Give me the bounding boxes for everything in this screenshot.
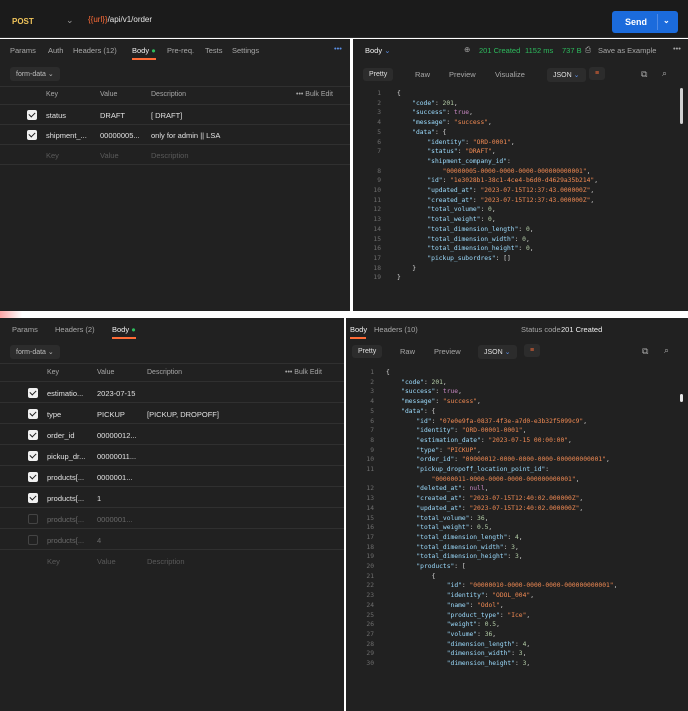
status-code-label: Status code <box>521 325 561 334</box>
view-preview[interactable]: Preview <box>449 70 476 79</box>
param-value[interactable]: 4 <box>97 536 101 545</box>
param-value[interactable]: 00000012... <box>97 431 137 440</box>
chevron-down-icon[interactable]: ⌄ <box>66 15 74 26</box>
code-viewer-1[interactable]: 1 2 3 4 5 6 7 8 9 10 11 12 13 14 15 16 1… <box>353 86 683 308</box>
view-raw[interactable]: Raw <box>415 70 430 79</box>
scrollbar[interactable] <box>680 394 683 402</box>
send-button[interactable]: Send ⌄ <box>612 11 678 33</box>
description-placeholder[interactable]: Description <box>147 557 185 566</box>
format-selector[interactable]: JSON ⌄ <box>478 345 517 359</box>
search-icon[interactable]: ⌕ <box>664 345 669 356</box>
param-value[interactable]: 0000001... <box>97 473 132 482</box>
param-key[interactable]: estimatio... <box>47 389 83 398</box>
more-icon[interactable]: ••• <box>334 44 342 53</box>
param-value[interactable]: 1 <box>97 494 101 503</box>
json-response[interactable]: { "code": 201, "success": true, "message… <box>386 368 617 669</box>
filter-icon[interactable]: ≡ <box>589 67 606 80</box>
param-description[interactable]: [PICKUP, DROPOFF] <box>147 410 219 419</box>
param-value[interactable]: 0000001... <box>97 515 132 524</box>
copy-icon[interactable]: ⧉ <box>641 69 647 80</box>
response-panel-1: Body ⌄ ⊕ 201 Created 1152 ms 737 B ⎙ Sav… <box>353 39 688 311</box>
value-placeholder[interactable]: Value <box>100 151 119 160</box>
chevron-down-icon: ⌄ <box>663 16 670 25</box>
response-size: 737 B <box>562 46 582 55</box>
bulk-edit-button[interactable]: ••• Bulk Edit <box>285 369 322 376</box>
row-checkbox[interactable] <box>27 110 37 120</box>
tab-response-body[interactable]: Body <box>350 325 367 334</box>
tab-headers[interactable]: Headers (2) <box>55 325 95 334</box>
view-pretty[interactable]: Pretty <box>363 68 394 81</box>
row-checkbox[interactable] <box>28 430 38 440</box>
value-placeholder[interactable]: Value <box>97 557 116 566</box>
description-placeholder[interactable]: Description <box>151 151 189 160</box>
response-time: 1152 ms <box>525 46 554 55</box>
body-type-selector[interactable]: form-data ⌄ <box>10 67 60 81</box>
json-response[interactable]: { "code": 201, "success": true, "message… <box>397 89 598 283</box>
view-preview[interactable]: Preview <box>434 347 461 356</box>
param-key[interactable]: type <box>47 410 61 419</box>
tab-body[interactable]: Body ● <box>112 325 136 334</box>
row-checkbox[interactable] <box>27 130 37 140</box>
request-url-bar: POST ⌄ {{url}}/api/v1/order Send ⌄ <box>0 0 688 38</box>
param-key[interactable]: shipment_... <box>46 131 87 140</box>
row-checkbox[interactable] <box>28 451 38 461</box>
format-selector[interactable]: JSON ⌄ <box>547 68 586 82</box>
view-raw[interactable]: Raw <box>400 347 415 356</box>
param-key[interactable]: status <box>46 111 66 120</box>
param-key[interactable]: pickup_dr... <box>47 452 85 461</box>
line-numbers: 1 2 3 4 5 6 7 8 9 10 11 12 13 14 15 16 1… <box>373 90 381 282</box>
search-icon[interactable]: ⌕ <box>662 68 667 79</box>
key-placeholder[interactable]: Key <box>47 557 60 566</box>
tab-tests[interactable]: Tests <box>205 46 223 55</box>
param-description[interactable]: [ DRAFT] <box>151 111 182 120</box>
tab-response-headers[interactable]: Headers (10) <box>374 325 418 334</box>
response-panel-2: Body Headers (10) Status code 201 Create… <box>346 318 688 711</box>
tab-headers[interactable]: Headers (12) <box>73 46 117 55</box>
key-placeholder[interactable]: Key <box>46 151 59 160</box>
save-as-example-button[interactable]: Save as Example <box>598 46 656 55</box>
tab-params[interactable]: Params <box>10 46 36 55</box>
param-key[interactable]: products[... <box>47 536 84 545</box>
tab-params[interactable]: Params <box>12 325 38 334</box>
more-icon[interactable]: ••• <box>673 44 681 53</box>
request-panel-2: Params Headers (2) Body ● form-data ⌄ Ke… <box>0 318 344 711</box>
request-panel-1: Params Auth Headers (12) Body ● Pre-req.… <box>0 39 350 311</box>
param-key[interactable]: products[... <box>47 473 84 482</box>
body-type-selector[interactable]: form-data ⌄ <box>10 345 60 359</box>
param-value[interactable]: 00000011... <box>97 452 136 461</box>
tab-settings[interactable]: Settings <box>232 46 259 55</box>
view-visualize[interactable]: Visualize <box>495 70 525 79</box>
param-key[interactable]: products[... <box>47 515 84 524</box>
status-badge: 201 Created <box>561 325 603 334</box>
param-key[interactable]: products[... <box>47 494 84 503</box>
scrollbar[interactable] <box>680 88 683 124</box>
method-selector[interactable]: POST <box>12 17 34 26</box>
tab-auth[interactable]: Auth <box>48 46 63 55</box>
tab-body[interactable]: Body ● <box>132 46 156 55</box>
row-checkbox[interactable] <box>28 535 38 545</box>
view-pretty[interactable]: Pretty <box>352 345 383 358</box>
tab-prerequest[interactable]: Pre-req. <box>167 46 194 55</box>
code-viewer-2[interactable]: 1 2 3 4 5 6 7 8 9 10 11 12 13 14 15 16 1… <box>346 365 682 711</box>
save-icon[interactable]: ⎙ <box>585 45 591 55</box>
status-badge: 201 Created <box>479 46 521 55</box>
row-checkbox[interactable] <box>28 472 38 482</box>
param-key[interactable]: order_id <box>47 431 75 440</box>
response-body-selector[interactable]: Body ⌄ <box>365 46 391 55</box>
param-value[interactable]: 2023-07-15 <box>97 389 135 398</box>
globe-icon: ⊕ <box>464 45 471 54</box>
line-numbers: 1 2 3 4 5 6 7 8 9 10 11 12 13 14 15 16 1… <box>366 369 374 668</box>
row-checkbox[interactable] <box>28 409 38 419</box>
row-checkbox[interactable] <box>28 514 38 524</box>
copy-icon[interactable]: ⧉ <box>642 346 648 357</box>
bulk-edit-button[interactable]: ••• Bulk Edit <box>296 91 333 98</box>
row-checkbox[interactable] <box>28 493 38 503</box>
param-value[interactable]: PICKUP <box>97 410 125 419</box>
param-value[interactable]: DRAFT <box>100 111 125 120</box>
url-input[interactable]: {{url}}/api/v1/order <box>88 15 152 24</box>
param-value[interactable]: 00000005... <box>100 131 140 140</box>
row-checkbox[interactable] <box>28 388 38 398</box>
filter-icon[interactable]: ≡ <box>524 344 541 357</box>
param-description[interactable]: only for admin || LSA <box>151 131 220 140</box>
